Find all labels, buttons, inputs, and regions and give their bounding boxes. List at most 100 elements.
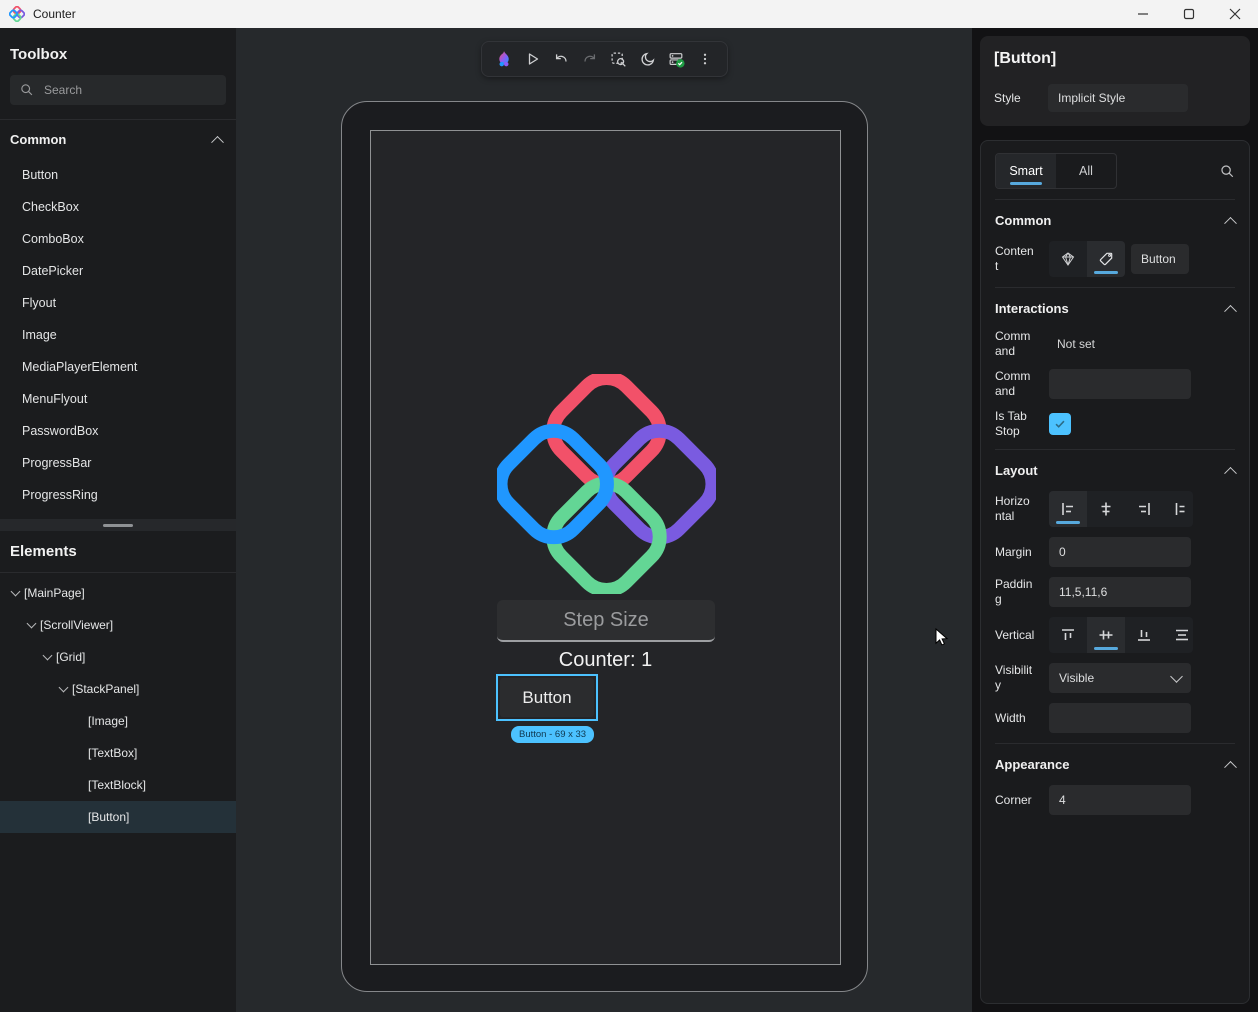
uno-logo-image[interactable] xyxy=(497,374,716,594)
margin-input[interactable]: 0 xyxy=(1049,537,1191,567)
content-value-input[interactable]: Button xyxy=(1131,244,1189,274)
tree-item-image[interactable]: [Image] xyxy=(0,705,236,737)
window-title: Counter xyxy=(33,7,76,21)
device-screen[interactable]: Step Size Counter: 1 Button Button - 69 … xyxy=(370,130,841,965)
padding-row: Padding 11,5,11,6 xyxy=(995,577,1235,607)
chevron-down-icon xyxy=(43,650,53,660)
chevron-up-icon xyxy=(1224,467,1237,480)
align-center-h-icon xyxy=(1098,501,1114,517)
counter-textblock: Counter: 1 xyxy=(371,649,840,672)
tree-item-stackpanel[interactable]: [StackPanel] xyxy=(0,673,236,705)
align-v-stretch-button[interactable] xyxy=(1163,617,1193,653)
visibility-row: Visibility Visible xyxy=(995,663,1235,693)
width-label: Width xyxy=(995,711,1035,726)
maximize-button[interactable] xyxy=(1166,0,1212,28)
command-input[interactable] xyxy=(1049,369,1191,399)
section-common[interactable]: Common xyxy=(995,200,1235,241)
corner-row: Corner 4 xyxy=(995,785,1235,815)
mouse-cursor xyxy=(935,628,950,648)
padding-label: Padding xyxy=(995,577,1035,607)
toolbox-search-input[interactable]: Search xyxy=(10,75,226,105)
section-layout[interactable]: Layout xyxy=(995,450,1235,491)
undo-button[interactable] xyxy=(548,46,574,72)
toolbox-item-flyout[interactable]: Flyout xyxy=(0,287,236,319)
toolbox-item-progressring[interactable]: ProgressRing xyxy=(0,479,236,511)
design-canvas[interactable]: Step Size Counter: 1 Button Button - 69 … xyxy=(236,28,972,1012)
section-interactions[interactable]: Interactions xyxy=(995,288,1235,329)
connection-status-button[interactable] xyxy=(663,46,689,72)
stretch-h-icon xyxy=(1174,501,1190,517)
content-binding-button[interactable] xyxy=(1049,241,1087,277)
align-v-center-button[interactable] xyxy=(1087,617,1125,653)
properties-card: Smart All Common Content xyxy=(980,140,1250,1004)
toolbox-item-combobox[interactable]: ComboBox xyxy=(0,223,236,255)
property-search-icon[interactable] xyxy=(1220,164,1235,179)
titlebar: Counter xyxy=(0,0,1258,28)
more-options-button[interactable] xyxy=(692,46,718,72)
align-v-top-button[interactable] xyxy=(1049,617,1087,653)
align-v-bottom-button[interactable] xyxy=(1125,617,1163,653)
visibility-dropdown[interactable]: Visible xyxy=(1049,663,1191,693)
toolbox-section-common[interactable]: Common xyxy=(0,120,236,159)
tab-smart[interactable]: Smart xyxy=(996,154,1056,188)
toolbox-item-menuflyout[interactable]: MenuFlyout xyxy=(0,383,236,415)
tree-item-button-selected[interactable]: [Button] xyxy=(0,801,236,833)
redo-button[interactable] xyxy=(577,46,603,72)
align-h-left-button[interactable] xyxy=(1049,491,1087,527)
theme-toggle-button[interactable] xyxy=(635,46,661,72)
property-tabs: Smart All xyxy=(995,153,1117,189)
align-h-center-button[interactable] xyxy=(1087,491,1125,527)
hot-design-flame-icon xyxy=(495,50,513,68)
command-input-label: Command xyxy=(995,369,1035,399)
hot-design-button[interactable] xyxy=(491,46,517,72)
tree-item-textbox[interactable]: [TextBox] xyxy=(0,737,236,769)
elements-title: Elements xyxy=(0,531,236,572)
tree-item-grid[interactable]: [Grid] xyxy=(0,641,236,673)
tree-item-mainpage[interactable]: [MainPage] xyxy=(0,577,236,609)
toolbox-item-button[interactable]: Button xyxy=(0,159,236,191)
tree-item-scrollviewer[interactable]: [ScrollViewer] xyxy=(0,609,236,641)
style-label: Style xyxy=(994,91,1034,106)
binding-icon xyxy=(1060,251,1076,267)
canvas-button[interactable]: Button xyxy=(500,678,594,717)
toolbox-item-passwordbox[interactable]: PasswordBox xyxy=(0,415,236,447)
section-appearance[interactable]: Appearance xyxy=(995,744,1235,785)
is-tab-stop-label: Is Tab Stop xyxy=(995,409,1035,439)
step-size-textbox[interactable]: Step Size xyxy=(497,600,715,642)
app-logo-icon xyxy=(9,6,25,22)
align-h-right-button[interactable] xyxy=(1125,491,1163,527)
align-h-stretch-button[interactable] xyxy=(1163,491,1193,527)
chevron-up-icon xyxy=(1224,217,1237,230)
content-row: Content xyxy=(995,241,1235,277)
toolbox-item-image[interactable]: Image xyxy=(0,319,236,351)
minimize-button[interactable] xyxy=(1120,0,1166,28)
toolbox-item-mediaplayerelement[interactable]: MediaPlayerElement xyxy=(0,351,236,383)
width-input[interactable] xyxy=(1049,703,1191,733)
width-row: Width xyxy=(995,703,1235,733)
style-input[interactable]: Implicit Style xyxy=(1048,84,1188,112)
command-input-row: Command xyxy=(995,369,1235,399)
command-value: Not set xyxy=(1049,337,1095,351)
toolbox-item-checkbox[interactable]: CheckBox xyxy=(0,191,236,223)
corner-input[interactable]: 4 xyxy=(1049,785,1191,815)
padding-input[interactable]: 11,5,11,6 xyxy=(1049,577,1191,607)
selected-element-name: [Button] xyxy=(994,50,1236,68)
content-literal-button[interactable] xyxy=(1087,241,1125,277)
stretch-v-icon xyxy=(1174,627,1190,643)
tree-item-textblock[interactable]: [TextBlock] xyxy=(0,769,236,801)
toolbox-item-datepicker[interactable]: DatePicker xyxy=(0,255,236,287)
is-tab-stop-checkbox[interactable] xyxy=(1049,413,1071,435)
element-picker-button[interactable] xyxy=(606,46,632,72)
search-icon xyxy=(20,83,34,97)
floating-toolbar xyxy=(481,41,728,77)
tab-all[interactable]: All xyxy=(1056,154,1116,188)
splitter-grip-icon xyxy=(103,524,133,527)
toolbox-item-progressbar[interactable]: ProgressBar xyxy=(0,447,236,479)
chevron-down-icon xyxy=(11,586,21,596)
toolbox-title: Toolbox xyxy=(0,28,236,75)
play-button[interactable] xyxy=(520,46,546,72)
element-picker-icon xyxy=(610,51,627,68)
close-button[interactable] xyxy=(1212,0,1258,28)
checkmark-icon xyxy=(1053,417,1067,431)
panel-splitter[interactable] xyxy=(0,519,236,531)
